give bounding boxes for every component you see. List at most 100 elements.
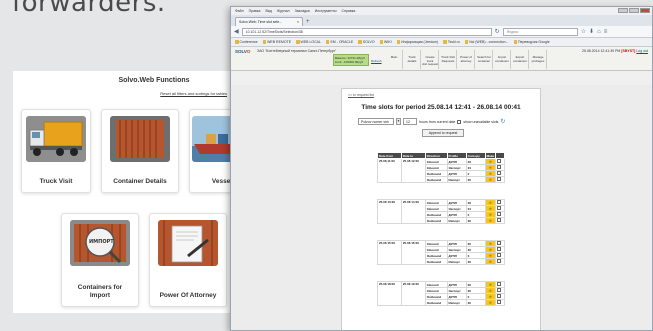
date-from-cell: 25.08 15:00 bbox=[377, 240, 402, 265]
functions-panel: Solvo.Web Functions Reset all filters an… bbox=[13, 71, 252, 313]
row-checkbox[interactable] bbox=[497, 247, 502, 251]
menu-create-truck-visit[interactable]: Create truck visit request bbox=[422, 50, 439, 69]
balance-box: Balance: 43741.28руб Limit: -100000.00ру… bbox=[333, 54, 369, 66]
row-checkbox[interactable] bbox=[497, 165, 502, 169]
close-window-icon[interactable] bbox=[640, 8, 650, 13]
maximize-icon[interactable] bbox=[629, 8, 639, 13]
refresh-balance-link[interactable]: Refresh bbox=[371, 59, 382, 63]
append-to-request-button[interactable]: Append to request bbox=[422, 129, 464, 137]
browser-menubar: Файл Правка Вид Журнал Закладки Инструме… bbox=[231, 7, 652, 15]
app-menu: Main Truck details Create truck visit requ… bbox=[386, 50, 547, 69]
chevron-down-icon[interactable]: ▾ bbox=[396, 118, 401, 125]
search-input[interactable]: Яндекс bbox=[502, 27, 578, 36]
menu-truck-details[interactable]: Truck details bbox=[404, 50, 421, 69]
row-checkbox[interactable] bbox=[497, 200, 502, 204]
limit-value: Limit: -100000.00руб bbox=[335, 60, 364, 64]
container-image bbox=[110, 116, 170, 162]
menu-manage-privileges[interactable]: Manage privileges bbox=[530, 50, 547, 69]
menu-help[interactable]: Справка bbox=[342, 9, 356, 13]
tile-truck-visit[interactable]: Truck Visit bbox=[21, 109, 91, 193]
row-checkbox[interactable] bbox=[497, 218, 502, 222]
back-arrow-icon[interactable]: ◀ bbox=[234, 28, 239, 35]
hours-label: hours from current date bbox=[419, 119, 456, 124]
url-input[interactable]: 10.101.12.52/TimeSlots/Selection/38 bbox=[241, 27, 492, 36]
main-content: << to request list Time slots for period… bbox=[231, 85, 652, 330]
reload-icon[interactable]: ↻ bbox=[495, 28, 500, 35]
bookmark-item[interactable]: Переводчик Google bbox=[513, 40, 550, 44]
row-checkbox[interactable] bbox=[497, 288, 502, 292]
menu-view[interactable]: Вид bbox=[265, 9, 271, 13]
hours-input[interactable]: 12 bbox=[403, 118, 417, 125]
menu-tools[interactable]: Инструменты bbox=[315, 9, 337, 13]
bookmark-item[interactable]: EM - ORACLE bbox=[325, 40, 353, 44]
bookmark-item[interactable]: Conference bbox=[235, 40, 258, 44]
date-to-cell: 25.08 12:00 bbox=[400, 158, 426, 183]
bookmark-star-icon[interactable]: ☆ bbox=[581, 28, 586, 35]
bookmark-item[interactable]: WEB REMOTE bbox=[262, 40, 291, 44]
bookmark-item[interactable]: SOLVO bbox=[358, 40, 375, 44]
row-checkbox[interactable] bbox=[497, 212, 502, 216]
row-checkbox[interactable] bbox=[497, 294, 502, 298]
menu-file[interactable]: Файл bbox=[235, 9, 244, 13]
show-unavailable-label: show unavailable slots bbox=[463, 119, 499, 124]
date-to-cell: 25.08 14:00 bbox=[400, 199, 426, 224]
menu-power-of-attorney[interactable]: Power of attorney bbox=[458, 50, 475, 69]
menu-search-container[interactable]: Search for container bbox=[476, 50, 493, 69]
folder-icon bbox=[262, 40, 267, 44]
bookmark-item[interactable]: Ncl (WEB) - connection... bbox=[464, 40, 509, 44]
bookmark-item[interactable]: Информация (Jeedom) bbox=[396, 40, 438, 44]
row-checkbox[interactable] bbox=[497, 241, 502, 245]
tab-close-icon[interactable]: × bbox=[297, 20, 299, 24]
new-tab-icon[interactable]: + bbox=[306, 18, 310, 26]
group-separator bbox=[377, 264, 505, 282]
back-to-requests-link[interactable]: << to request list bbox=[348, 93, 374, 97]
tile-label: Truck Visit bbox=[39, 178, 73, 185]
row-checkbox[interactable] bbox=[497, 259, 502, 263]
tile-container-details[interactable]: Container Details bbox=[101, 109, 179, 193]
download-icon[interactable]: ⬇ bbox=[589, 28, 594, 35]
bookmarks-bar: Conference WEB REMOTE WEB LOCAL EM - ORA… bbox=[231, 38, 652, 47]
browser-window: Файл Правка Вид Журнал Закладки Инструме… bbox=[230, 6, 653, 331]
row-checkbox[interactable] bbox=[497, 171, 502, 175]
refresh-icon[interactable]: ↻ bbox=[500, 118, 505, 125]
bookmark-item[interactable]: Tsvkl.ru bbox=[443, 40, 460, 44]
hamburger-menu-icon[interactable]: ≡ bbox=[604, 29, 608, 35]
menu-import-containers[interactable]: Import containers bbox=[494, 50, 511, 69]
home-icon[interactable]: ⌂ bbox=[597, 29, 601, 35]
folder-icon bbox=[358, 40, 362, 44]
row-checkbox[interactable] bbox=[497, 300, 502, 304]
menu-history[interactable]: Журнал bbox=[277, 9, 290, 13]
bookmark-item[interactable]: WEB LOCAL bbox=[296, 40, 321, 44]
import-container-image: ИМПОРТ bbox=[70, 220, 130, 266]
folder-icon bbox=[443, 40, 447, 44]
row-checkbox[interactable] bbox=[497, 159, 502, 163]
tile-power-of-attorney[interactable]: Power Of Attorney bbox=[149, 213, 227, 307]
tab-timeslot[interactable]: Solvo.Web: Time slot sele... × bbox=[235, 17, 303, 26]
vehicle-select[interactable]: Polzov nomer veh bbox=[358, 118, 394, 125]
nav-bar: ◀ 10.101.12.52/TimeSlots/Selection/38 ↻ … bbox=[231, 26, 652, 38]
slide-heading: forwarders. bbox=[12, 0, 166, 18]
star-icon[interactable]: ★ bbox=[484, 299, 497, 306]
menu-main[interactable]: Main bbox=[386, 50, 403, 69]
menu-export-containers[interactable]: Export containers bbox=[512, 50, 529, 69]
logout-link[interactable]: Log out bbox=[636, 49, 648, 53]
menu-edit[interactable]: Правка bbox=[249, 9, 261, 13]
solvo-logo: SOLVO bbox=[235, 49, 251, 54]
show-unavailable-checkbox[interactable] bbox=[457, 119, 462, 124]
row-checkbox[interactable] bbox=[497, 282, 502, 286]
row-checkbox[interactable] bbox=[497, 206, 502, 210]
functions-title: Solvo.Web Functions bbox=[118, 77, 190, 84]
reset-filters-link[interactable]: Reset all filters and sortings for table… bbox=[160, 91, 227, 96]
attorney-image bbox=[158, 220, 218, 266]
minimize-icon[interactable] bbox=[618, 8, 628, 13]
row-checkbox[interactable] bbox=[497, 253, 502, 257]
row-checkbox[interactable] bbox=[497, 177, 502, 181]
bookmark-item[interactable]: WIKI bbox=[379, 40, 392, 44]
menu-bookmarks[interactable]: Закладки bbox=[295, 9, 310, 13]
window-controls bbox=[618, 8, 650, 13]
user-name: [SBYST] bbox=[621, 49, 636, 53]
date-from-cell: 25.08 11:00 bbox=[377, 158, 402, 183]
tile-label: Containers for Import bbox=[77, 284, 123, 299]
menu-truck-visit-requests[interactable]: Truck Visit Requests bbox=[440, 50, 457, 69]
tile-containers-import[interactable]: ИМПОРТ Containers for Import bbox=[61, 213, 139, 307]
